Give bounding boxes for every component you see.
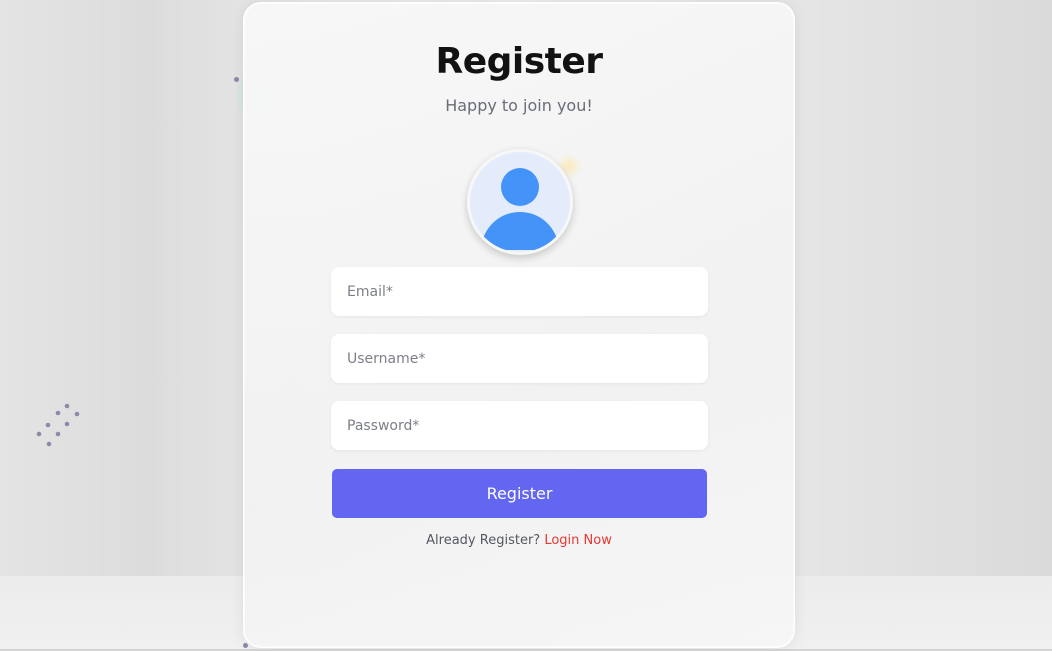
page-subtitle: Happy to join you!	[445, 96, 593, 115]
username-field[interactable]	[331, 334, 708, 383]
decorative-dot	[243, 643, 248, 648]
password-field[interactable]	[331, 401, 708, 450]
page-title: Register	[435, 41, 603, 82]
decorative-dot	[234, 77, 239, 82]
email-field[interactable]	[331, 267, 708, 316]
register-card: Register Happy to join you! Register Alr…	[243, 2, 795, 648]
decorative-dots	[36, 403, 80, 447]
avatar	[467, 149, 573, 255]
login-now-link[interactable]: Login Now	[544, 533, 612, 548]
register-button[interactable]: Register	[332, 469, 707, 518]
already-register-text: Already Register?	[426, 533, 541, 548]
user-avatar-icon	[480, 168, 560, 250]
login-prompt: Already Register? Login Now	[244, 533, 794, 548]
